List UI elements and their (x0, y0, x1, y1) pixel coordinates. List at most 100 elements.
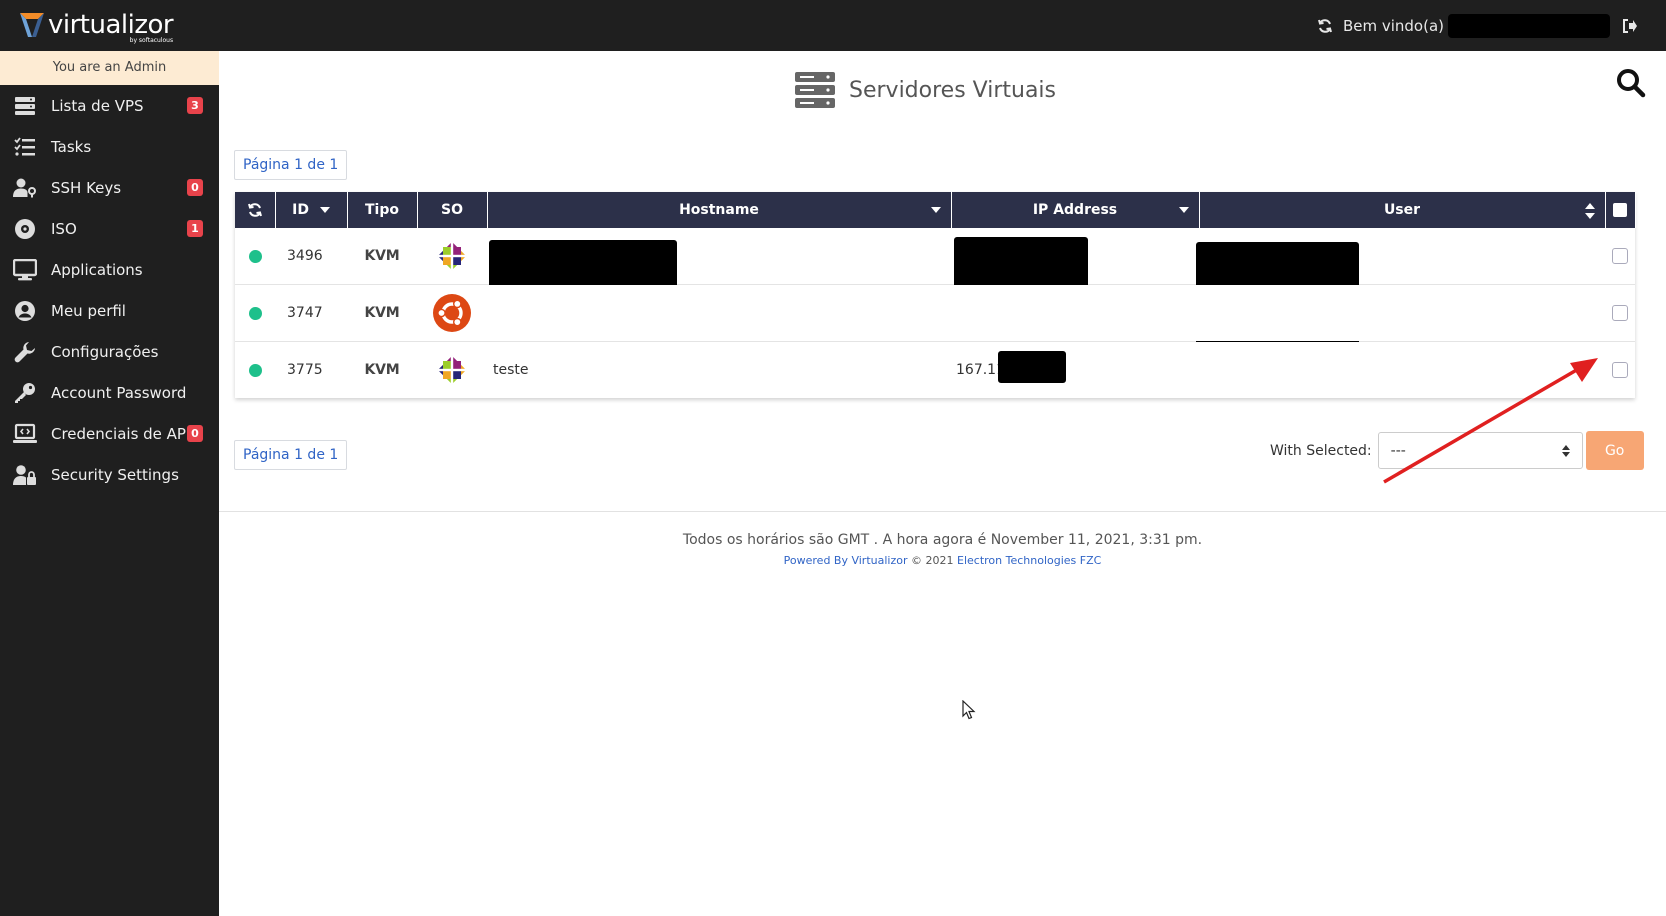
logout-icon[interactable] (1622, 18, 1638, 34)
sidebar-item-label: Lista de VPS (51, 96, 144, 115)
monitor-icon (13, 258, 37, 282)
company-link[interactable]: Electron Technologies FZC (957, 554, 1101, 567)
logo-mark-icon (20, 13, 44, 37)
table-header-row: ID Tipo SO Hostname IP Address User (235, 192, 1636, 228)
column-header-label: ID (292, 202, 309, 218)
with-selected-label: With Selected: (1270, 442, 1372, 459)
admin-notice: You are an Admin (0, 51, 219, 85)
vps-hostname (487, 284, 951, 342)
mouse-cursor-icon (962, 700, 976, 720)
sidebar-item-label: Credenciais de API (51, 424, 191, 443)
vps-type: KVM (347, 228, 417, 285)
column-header-id[interactable]: ID (275, 192, 348, 228)
sidebar-item-profile[interactable]: Meu perfil (0, 290, 219, 331)
row-checkbox[interactable] (1612, 362, 1628, 378)
sidebar-item-settings[interactable]: Configurações (0, 331, 219, 372)
vps-ip-address (951, 228, 1199, 325)
sidebar-item-applications[interactable]: Applications (0, 249, 219, 290)
powered-by-link[interactable]: Powered By Virtualizor (784, 554, 908, 567)
caret-down-icon (930, 207, 941, 213)
sidebar-item-api-credentials[interactable]: Credenciais de API 0 (0, 413, 219, 454)
api-credentials-count-badge: 0 (187, 425, 203, 442)
column-header-type: Tipo (347, 192, 418, 228)
centos-logo-icon (417, 352, 487, 388)
sidebar-item-iso[interactable]: ISO 1 (0, 208, 219, 249)
footer-credits: Powered By Virtualizor © 2021 Electron T… (219, 554, 1666, 567)
vps-id: 3496 (275, 228, 347, 285)
refresh-column-header[interactable] (235, 192, 276, 228)
vps-os (417, 341, 487, 398)
page-header: Servidores Virtuais (795, 72, 1056, 108)
sidebar-item-label: Meu perfil (51, 301, 126, 320)
wrench-icon (13, 340, 37, 364)
vps-type: KVM (347, 341, 417, 398)
vps-ip-address: 167.114 (951, 341, 1199, 398)
vps-os (417, 228, 487, 285)
iso-count-badge: 1 (187, 220, 203, 237)
column-header-ip-address[interactable]: IP Address (951, 192, 1200, 228)
column-header-label: IP Address (1032, 202, 1118, 218)
kvm-label: KVM (364, 362, 400, 378)
column-header-label: Hostname (679, 202, 759, 218)
vps-id: 3775 (275, 341, 347, 398)
kvm-label: KVM (364, 248, 400, 264)
sidebar-item-label: Applications (51, 260, 143, 279)
sidebar-item-vps-list[interactable]: Lista de VPS 3 (0, 85, 219, 126)
sidebar-item-security-settings[interactable]: Security Settings (0, 454, 219, 495)
caret-down-icon (319, 207, 330, 213)
column-header-label: User (1383, 202, 1421, 218)
virtualizor-logo[interactable]: virtualizor by softaculous (20, 9, 174, 44)
user-lock-icon (13, 463, 37, 487)
ip-redacted (998, 351, 1066, 383)
welcome-text: Bem vindo(a) (1342, 16, 1444, 35)
server-stack-icon (795, 72, 835, 108)
sidebar-item-label: Security Settings (51, 465, 179, 484)
refresh-icon[interactable] (1317, 18, 1333, 34)
vps-hostname: teste (487, 341, 951, 398)
task-list-icon (13, 135, 37, 159)
vps-hostname (487, 228, 951, 320)
sidebar-item-account-password[interactable]: Account Password (0, 372, 219, 413)
status-online-indicator (248, 249, 262, 263)
kvm-label: KVM (364, 305, 400, 321)
page-title: Servidores Virtuais (849, 77, 1057, 103)
logo-byline: by softaculous (129, 37, 174, 44)
sort-icon (1584, 203, 1595, 219)
key-icon (13, 381, 37, 405)
sidebar-item-ssh-keys[interactable]: SSH Keys 0 (0, 167, 219, 208)
server-list-icon (13, 94, 37, 118)
user-circle-icon (13, 299, 37, 323)
search-icon[interactable] (1616, 68, 1646, 102)
footer-time-notice: Todos os horários são GMT . A hora agora… (682, 532, 1203, 548)
status-online-indicator (248, 363, 262, 377)
sidebar-item-label: SSH Keys (51, 178, 122, 197)
row-checkbox[interactable] (1612, 248, 1628, 264)
ubuntu-logo-icon (417, 293, 487, 333)
pagination-bottom[interactable]: Página 1 de 1 (234, 440, 348, 470)
column-header-os: SO (417, 192, 488, 228)
status-online-indicator (248, 306, 262, 320)
select-all-checkbox[interactable] (1613, 203, 1627, 217)
row-checkbox[interactable] (1612, 305, 1628, 321)
sidebar: You are an Admin Lista de VPS 3 Tasks SS… (0, 51, 219, 916)
sidebar-item-label: Configurações (51, 342, 159, 361)
table-row: 3747 KVM (235, 284, 1635, 342)
vps-user (1196, 228, 1605, 378)
vps-count-badge: 3 (187, 97, 203, 114)
username-redacted (1448, 13, 1610, 38)
user-key-icon (13, 176, 37, 200)
column-header-user[interactable]: User (1199, 192, 1606, 228)
vps-ip-address (951, 284, 1199, 342)
laptop-code-icon (13, 422, 37, 446)
refresh-icon[interactable] (247, 202, 263, 218)
vps-os (417, 284, 487, 342)
sidebar-item-tasks[interactable]: Tasks (0, 126, 219, 167)
top-bar: virtualizor by softaculous Bem vindo(a) (0, 0, 1666, 51)
column-header-hostname[interactable]: Hostname (487, 192, 952, 228)
table-row: 3496 KVM (235, 228, 1635, 378)
sidebar-item-label: ISO (51, 219, 77, 238)
vps-user (1199, 284, 1605, 342)
select-all-header[interactable] (1605, 192, 1636, 228)
pagination-top[interactable]: Página 1 de 1 (234, 150, 348, 180)
footer-divider (219, 511, 1666, 512)
